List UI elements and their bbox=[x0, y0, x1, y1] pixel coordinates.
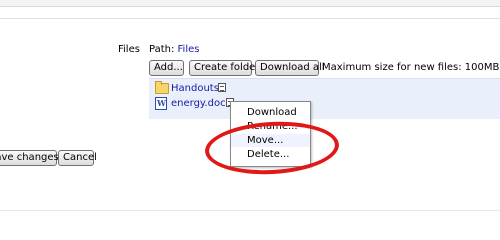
create-folder-button[interactable]: Create folder bbox=[189, 60, 259, 76]
item-menu-icon[interactable] bbox=[218, 83, 226, 92]
red-annotation-circle bbox=[203, 118, 341, 178]
download-all-button[interactable]: Download all bbox=[255, 60, 325, 76]
folder-icon bbox=[155, 81, 169, 94]
file-item-handouts[interactable]: Handouts bbox=[171, 83, 219, 94]
max-size-text: Maximum size for new files: 100MB bbox=[322, 62, 500, 73]
path-link-files[interactable]: Files bbox=[178, 44, 200, 55]
divider bbox=[0, 18, 500, 19]
bottom-divider bbox=[0, 210, 500, 211]
menu-item-download[interactable]: Download bbox=[231, 106, 310, 119]
files-label: Files bbox=[118, 44, 140, 55]
cancel-button[interactable]: Cancel bbox=[58, 150, 97, 166]
path-breadcrumb: Path: Files bbox=[149, 44, 199, 55]
file-item-energy-doc[interactable]: energy.doc bbox=[171, 98, 226, 109]
path-label: Path: bbox=[149, 44, 175, 55]
add-button[interactable]: Add... bbox=[149, 60, 184, 76]
word-doc-icon: W bbox=[155, 97, 167, 110]
top-bar bbox=[0, 0, 500, 7]
save-changes-button[interactable]: Save changes bbox=[0, 150, 59, 166]
